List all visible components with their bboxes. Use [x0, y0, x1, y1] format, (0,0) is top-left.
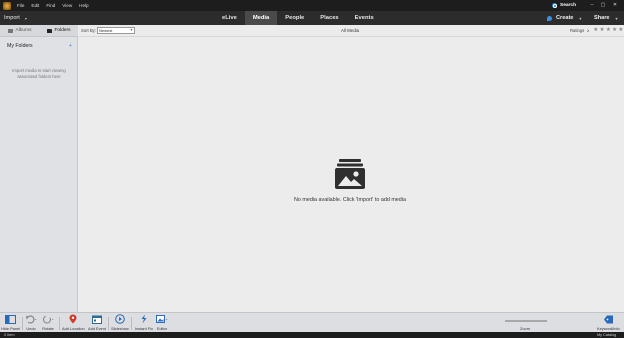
create-button[interactable]: Create ▾	[547, 11, 581, 25]
menu-file[interactable]: File	[17, 3, 24, 8]
hide-panel-label: Hide Panel	[1, 325, 21, 331]
folders-icon	[46, 28, 52, 33]
magic-wand-icon	[138, 314, 150, 324]
empty-state-message: No media available. Click 'Import' to ad…	[293, 197, 407, 203]
sort-select[interactable]: Newest ▼	[97, 27, 135, 34]
instant-fix-button[interactable]: Instant Fix	[135, 314, 153, 332]
create-label: Create	[556, 15, 574, 21]
media-stack-icon	[335, 159, 365, 189]
tab-media[interactable]: Media	[244, 11, 278, 25]
search-icon	[552, 3, 557, 8]
add-location-button[interactable]: Add Location	[62, 314, 85, 332]
tab-elive[interactable]: eLive	[214, 11, 245, 25]
tag-icon	[602, 314, 614, 324]
star-icon[interactable]: ★	[593, 27, 598, 33]
share-label: Share	[594, 15, 610, 21]
slideshow-button[interactable]: Slideshow	[111, 314, 129, 332]
bottom-toolbar: Hide Panel Undo Rotate Add Location Add …	[0, 312, 624, 332]
keyword-info-label: Keyword/Info	[597, 325, 620, 331]
ratings-operator[interactable]: ≥	[587, 28, 589, 33]
albums-icon	[7, 28, 13, 33]
import-label: Import	[4, 15, 20, 21]
item-count: 0 Item	[4, 332, 15, 337]
add-event-label: Add Event	[88, 325, 106, 331]
separator	[59, 317, 60, 330]
undo-label: Undo	[26, 325, 36, 331]
rotate-icon	[42, 314, 54, 324]
editor-button[interactable]: Editor	[156, 314, 168, 332]
keyword-info-button[interactable]: Keyword/Info	[597, 314, 620, 332]
zoom-label: Zoom	[520, 326, 530, 331]
slideshow-label: Slideshow	[111, 325, 129, 331]
search-label: Search	[560, 3, 576, 8]
app-header: Import ▾ eLive Media People Places Event…	[0, 11, 624, 25]
status-bar: 0 Item My Catalog	[0, 332, 624, 338]
chevron-down-icon: ▾	[579, 15, 582, 21]
menu-edit[interactable]: Edit	[31, 3, 39, 8]
add-folder-icon[interactable]: +	[69, 43, 72, 49]
import-button[interactable]: Import ▾	[4, 11, 27, 25]
left-panel: Albums Folders My Folders + Import media…	[0, 25, 78, 312]
search-button[interactable]: Search	[552, 1, 576, 10]
menu-view[interactable]: View	[62, 3, 72, 8]
image-edit-icon	[156, 314, 168, 324]
create-icon	[547, 15, 552, 21]
maximize-button[interactable]: ▢	[598, 1, 608, 9]
view-title: All Media	[341, 28, 360, 33]
tab-folders-label: Folders	[54, 28, 71, 33]
menu-bar: File Edit Find View Help Search – ▢ ✕	[0, 0, 624, 11]
separator	[131, 317, 132, 330]
undo-icon	[25, 314, 37, 324]
map-pin-icon	[67, 314, 79, 324]
sort-value: Newest	[99, 28, 113, 33]
chevron-down-icon: ▾	[24, 15, 27, 21]
star-icon[interactable]: ★	[618, 27, 623, 33]
tab-albums[interactable]: Albums	[0, 25, 39, 36]
sort-label: Sort By:	[81, 28, 96, 33]
calendar-icon	[91, 314, 103, 324]
tab-people[interactable]: People	[277, 11, 312, 25]
mode-tabs: eLive Media People Places Events	[214, 11, 382, 25]
content-toolbar: Sort By: Newest ▼ All Media Ratings ≥ ★ ★…	[79, 25, 624, 37]
rotate-label: Rotate	[42, 325, 54, 331]
chevron-down-icon: ▾	[615, 15, 618, 21]
chevron-down-icon: ▼	[129, 28, 133, 32]
editor-label: Editor	[156, 325, 168, 331]
menu-help[interactable]: Help	[79, 3, 88, 8]
tab-events[interactable]: Events	[347, 11, 382, 25]
add-event-button[interactable]: Add Event	[88, 314, 106, 332]
add-location-label: Add Location	[62, 325, 85, 331]
tab-folders[interactable]: Folders	[39, 25, 78, 36]
hide-panel-button[interactable]: Hide Panel	[1, 314, 20, 332]
tab-places[interactable]: Places	[312, 11, 346, 25]
star-icon[interactable]: ★	[612, 27, 617, 33]
folders-hint-text: Import media to start viewing associated…	[12, 68, 66, 79]
my-folders-title: My Folders	[7, 43, 33, 49]
separator	[22, 317, 23, 330]
share-button[interactable]: Share ▾	[594, 11, 618, 25]
zoom-slider[interactable]	[505, 320, 547, 322]
panel-tabs: Albums Folders	[0, 25, 78, 37]
media-content-area: No media available. Click 'Import' to ad…	[79, 38, 624, 312]
tab-albums-label: Albums	[15, 28, 32, 33]
minimize-button[interactable]: –	[587, 1, 597, 9]
undo-button[interactable]: Undo	[25, 314, 37, 332]
catalog-name[interactable]: My Catalog	[597, 333, 616, 337]
instant-fix-label: Instant Fix	[135, 325, 153, 331]
panel-icon	[5, 314, 17, 324]
close-button[interactable]: ✕	[610, 1, 620, 9]
separator	[108, 317, 109, 330]
star-icon[interactable]: ★	[600, 27, 605, 33]
app-logo-icon	[3, 1, 11, 10]
play-icon	[114, 314, 126, 324]
rotate-button[interactable]: Rotate	[42, 314, 54, 332]
star-icon[interactable]: ★	[606, 27, 611, 33]
rating-filter[interactable]: ★ ★ ★ ★ ★	[592, 27, 623, 33]
ratings-label: Ratings	[570, 28, 585, 33]
menu-find[interactable]: Find	[46, 3, 55, 8]
